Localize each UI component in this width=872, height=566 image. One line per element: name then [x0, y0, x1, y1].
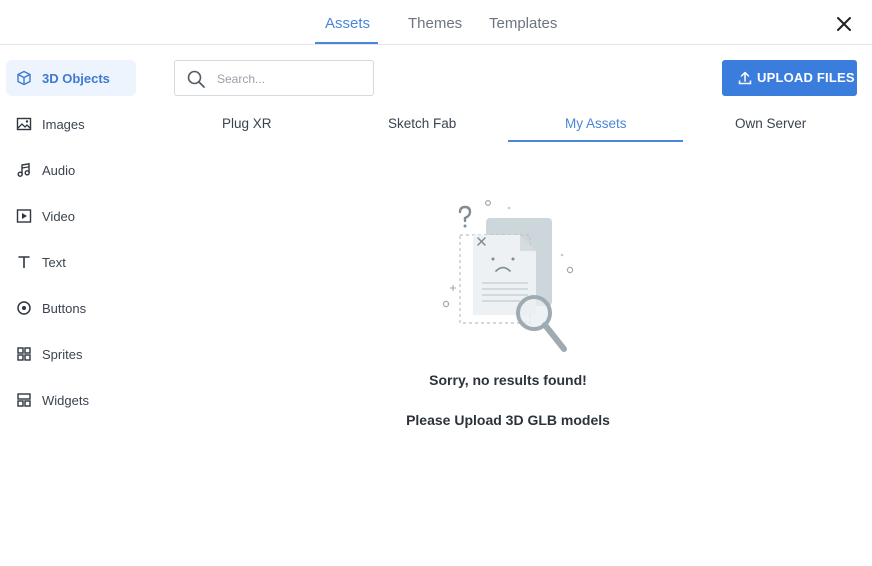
search-icon [187, 70, 205, 88]
active-subtab-indicator [508, 140, 683, 142]
sidebar-item-label: Audio [42, 163, 76, 178]
top-bar: Assets Themes Templates [0, 0, 872, 45]
widgets-icon [16, 392, 32, 408]
active-tab-indicator [315, 42, 378, 44]
button-icon [16, 300, 32, 316]
music-icon [16, 162, 32, 178]
upload-files-label: UPLOAD FILES [757, 70, 855, 85]
tab-themes[interactable]: Themes [408, 15, 462, 32]
sidebar-item-label: Widgets [42, 393, 89, 408]
sidebar-item-label: Sprites [42, 347, 83, 362]
close-icon[interactable] [834, 14, 854, 34]
sidebar-item-label: Video [42, 209, 76, 224]
sidebar-item-video[interactable]: Video [6, 198, 136, 234]
upload-icon [738, 71, 752, 85]
sprites-icon [16, 346, 32, 362]
cube-icon [16, 70, 32, 86]
tab-my-assets[interactable]: My Assets [565, 116, 627, 131]
image-icon [16, 116, 32, 132]
sidebar-item-text[interactable]: Text [6, 244, 136, 280]
sidebar-item-sprites[interactable]: Sprites [6, 336, 136, 372]
no-results-illustration [438, 195, 578, 360]
sidebar-item-buttons[interactable]: Buttons [6, 290, 136, 326]
sidebar-item-3d-objects[interactable]: 3D Objects [6, 60, 136, 96]
tab-templates[interactable]: Templates [489, 15, 557, 32]
sidebar-item-images[interactable]: Images [6, 106, 136, 142]
tab-plug-xr[interactable]: Plug XR [222, 116, 272, 131]
text-icon [16, 254, 32, 270]
search-input[interactable] [215, 68, 369, 90]
tab-sketch-fab[interactable]: Sketch Fab [388, 116, 456, 131]
upload-files-button[interactable]: UPLOAD FILES [722, 60, 857, 96]
empty-state-title: Sorry, no results found! [429, 372, 587, 388]
sidebar-item-label: Text [42, 255, 66, 270]
search-box [174, 60, 374, 96]
sidebar-item-label: Images [42, 117, 85, 132]
sidebar-item-audio[interactable]: Audio [6, 152, 136, 188]
sidebar-item-label: 3D Objects [42, 71, 110, 86]
sidebar-item-label: Buttons [42, 301, 87, 316]
video-icon [16, 208, 32, 224]
empty-state-subtitle: Please Upload 3D GLB models [406, 412, 610, 428]
tab-assets[interactable]: Assets [325, 15, 370, 32]
tab-own-server[interactable]: Own Server [735, 116, 806, 131]
